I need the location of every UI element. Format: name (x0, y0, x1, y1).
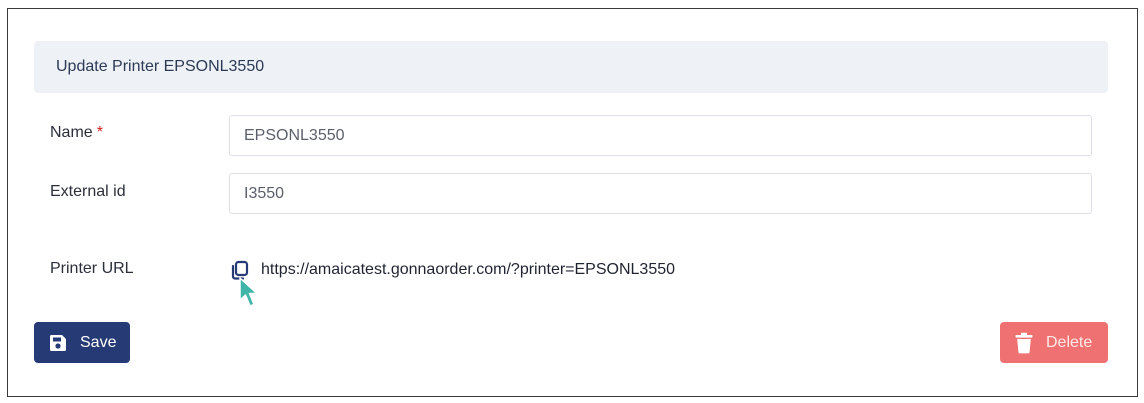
name-label: Name * (50, 124, 103, 142)
trash-icon (1015, 332, 1033, 353)
name-input[interactable] (229, 115, 1092, 156)
external-id-input[interactable] (229, 173, 1092, 214)
mouse-pointer-icon (238, 276, 260, 315)
delete-button-label: Delete (1046, 333, 1093, 351)
printer-url-row: https://amaicatest.gonnaorder.com/?print… (229, 258, 675, 282)
external-id-label: External id (50, 183, 126, 200)
delete-button[interactable]: Delete (1000, 322, 1108, 363)
printer-url-value: https://amaicatest.gonnaorder.com/?print… (261, 261, 676, 278)
printer-url-label: Printer URL (50, 260, 134, 277)
panel-header: Update Printer EPSONL3550 (34, 41, 1108, 93)
page-title: Update Printer EPSONL3550 (56, 58, 265, 75)
floppy-disk-icon (49, 334, 66, 351)
save-button[interactable]: Save (34, 322, 130, 363)
required-asterisk: * (96, 124, 103, 141)
save-button-label: Save (80, 333, 117, 351)
name-label-text: Name (50, 124, 93, 141)
